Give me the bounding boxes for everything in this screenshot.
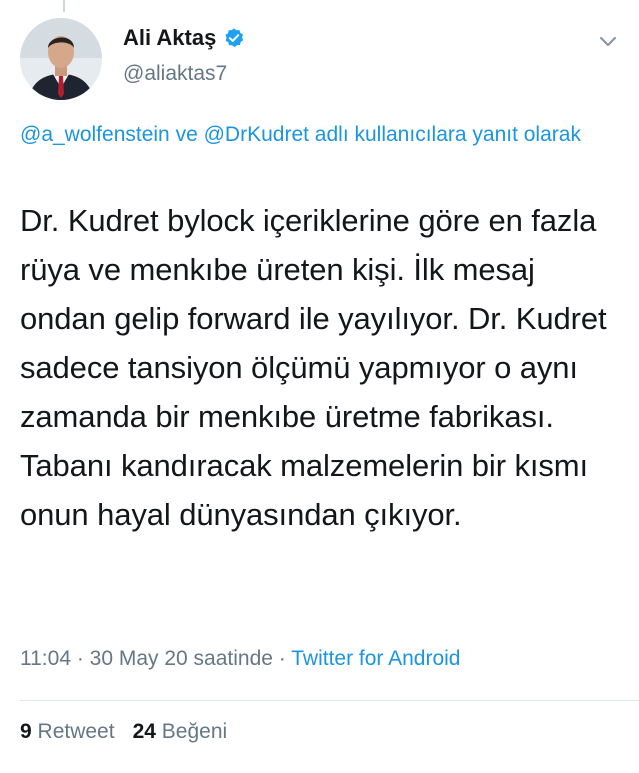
avatar[interactable]: [20, 18, 102, 100]
divider: [20, 700, 639, 701]
tweet-stats: 9 Retweet 24 Beğeni: [20, 720, 227, 744]
retweet-count: 9: [20, 720, 32, 743]
author-display-name[interactable]: Ali Aktaş: [123, 25, 216, 51]
author-handle[interactable]: @aliaktas7: [123, 62, 245, 86]
reply-suffix: adlı kullanıcılara yanıt olarak: [308, 123, 581, 146]
tweet-header: Ali Aktaş @aliaktas7: [20, 18, 625, 100]
mention-link[interactable]: @DrKudret: [204, 123, 309, 146]
retweet-label: Retweet: [37, 720, 115, 743]
like-stat[interactable]: 24 Beğeni: [133, 720, 228, 743]
like-count: 24: [132, 720, 156, 743]
tweet-text: Dr. Kudret bylock içeriklerine göre en f…: [20, 203, 607, 532]
tweet-meta: 11:04 · 30 May 20 saatinde · Twitter for…: [20, 647, 460, 671]
chevron-down-icon[interactable]: [595, 28, 621, 54]
like-label: Beğeni: [161, 720, 228, 743]
verified-badge-icon: [223, 27, 245, 49]
retweet-stat[interactable]: 9 Retweet: [20, 720, 115, 743]
mention-link[interactable]: @a_wolfenstein: [20, 123, 170, 146]
timestamp[interactable]: 11:04 · 30 May 20 saatinde ·: [20, 647, 291, 670]
source-link[interactable]: Twitter for Android: [291, 647, 460, 670]
reply-connector: ve: [169, 123, 204, 146]
reply-context: @a_wolfenstein ve @DrKudret adlı kullanı…: [20, 118, 620, 152]
thread-connector-line: [63, 0, 65, 12]
